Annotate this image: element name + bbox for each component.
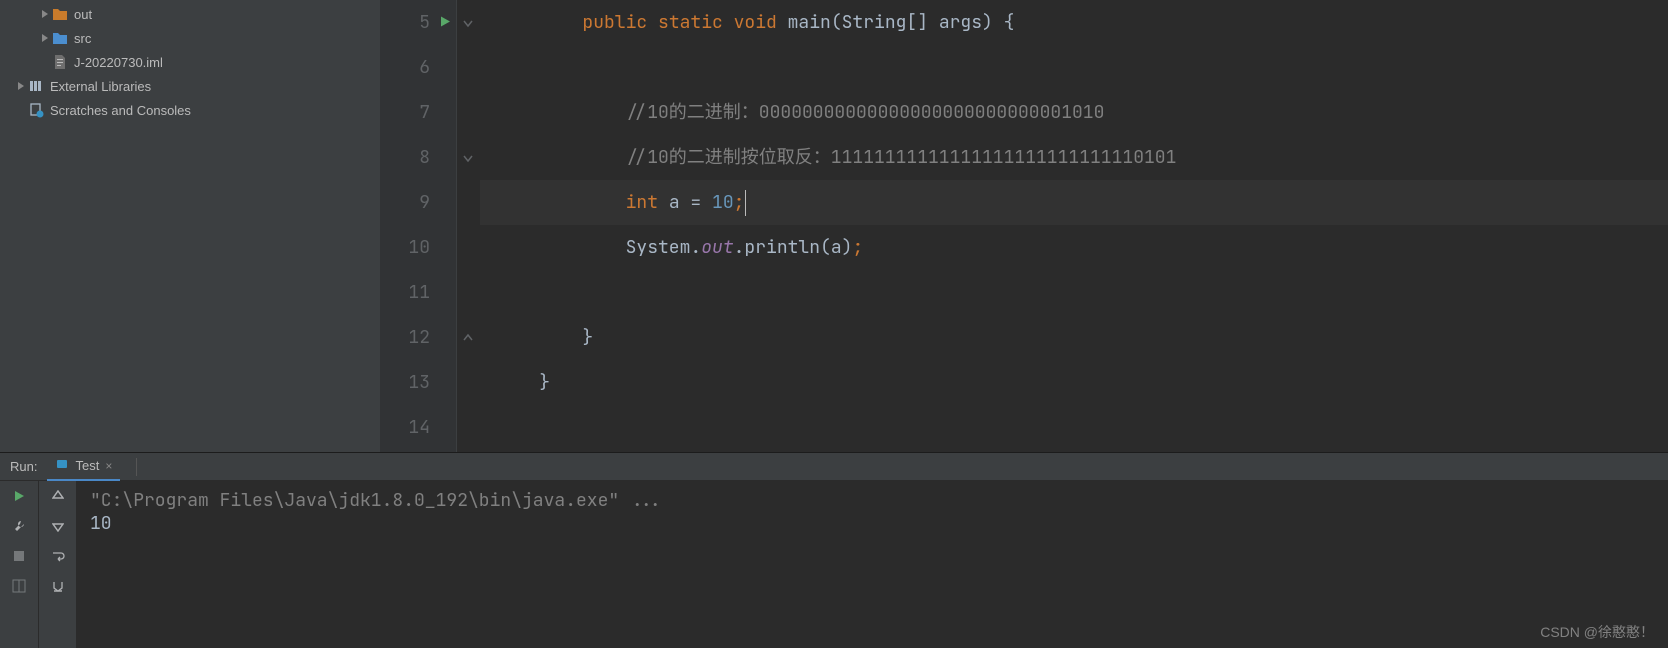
- code-line[interactable]: }: [480, 315, 1668, 360]
- text-caret: [745, 190, 746, 216]
- run-tab-label: Test: [75, 458, 99, 473]
- gutter-line-number[interactable]: 8: [380, 135, 456, 180]
- tree-label: out: [74, 7, 92, 22]
- editor-gutter[interactable]: 567891011121314: [380, 0, 456, 452]
- gutter-line-number[interactable]: 11: [380, 270, 456, 315]
- tree-item-out[interactable]: out: [0, 2, 380, 26]
- up-arrow-icon[interactable]: [47, 485, 69, 507]
- tree-item-src[interactable]: src: [0, 26, 380, 50]
- run-tab[interactable]: Test ×: [47, 453, 120, 481]
- code-line[interactable]: [480, 45, 1668, 90]
- code-line[interactable]: }: [480, 360, 1668, 405]
- tree-label: src: [74, 31, 91, 46]
- fold-toggle-icon[interactable]: [461, 151, 475, 165]
- tree-item-scratches[interactable]: Scratches and Consoles: [0, 98, 380, 122]
- run-config-icon: [55, 457, 69, 474]
- code-line[interactable]: System.out.println(a);: [480, 225, 1668, 270]
- run-gutter-icon[interactable]: [438, 0, 452, 45]
- stop-button[interactable]: [8, 545, 30, 567]
- code-line[interactable]: [480, 405, 1668, 450]
- tree-label: J-20220730.iml: [74, 55, 163, 70]
- code-line[interactable]: //10的二进制：0000000000000000000000000000101…: [480, 90, 1668, 135]
- gutter-line-number[interactable]: 7: [380, 90, 456, 135]
- gutter-line-number[interactable]: 10: [380, 225, 456, 270]
- console-output[interactable]: "C:\Program Files\Java\jdk1.8.0_192\bin\…: [76, 481, 1668, 648]
- tree-label: Scratches and Consoles: [50, 103, 191, 118]
- fold-toggle-icon[interactable]: [461, 16, 475, 30]
- tree-label: External Libraries: [50, 79, 151, 94]
- gutter-line-number[interactable]: 12: [380, 315, 456, 360]
- fold-column[interactable]: [456, 0, 480, 452]
- run-panel-header: Run: Test ×: [0, 453, 1668, 481]
- code-line[interactable]: public static void main(String[] args) {: [480, 0, 1668, 45]
- console-command-line: "C:\Program Files\Java\jdk1.8.0_192\bin\…: [90, 489, 1654, 512]
- chevron-right-icon[interactable]: [38, 31, 52, 45]
- fold-toggle-icon[interactable]: [461, 331, 475, 345]
- tree-item-iml[interactable]: J-20220730.iml: [0, 50, 380, 74]
- chevron-right-icon[interactable]: [38, 7, 52, 21]
- code-area[interactable]: public static void main(String[] args) {…: [480, 0, 1668, 452]
- console-output-line: 10: [90, 512, 1654, 535]
- gutter-line-number[interactable]: 14: [380, 405, 456, 450]
- code-line[interactable]: //10的二进制按位取反：111111111111111111111111111…: [480, 135, 1668, 180]
- separator: [136, 458, 137, 476]
- gutter-line-number[interactable]: 5: [380, 0, 456, 45]
- run-toolbar-primary: [0, 481, 38, 648]
- soft-wrap-icon[interactable]: [47, 545, 69, 567]
- gutter-line-number[interactable]: 9: [380, 180, 456, 225]
- scratches-icon: [28, 102, 44, 118]
- down-arrow-icon[interactable]: [47, 515, 69, 537]
- run-label: Run:: [10, 459, 37, 474]
- code-line[interactable]: [480, 270, 1668, 315]
- project-tree[interactable]: out src J-20220730.iml External Librarie…: [0, 0, 380, 452]
- gutter-line-number[interactable]: 13: [380, 360, 456, 405]
- folder-icon: [52, 30, 68, 46]
- file-icon: [52, 54, 68, 70]
- chevron-right-icon[interactable]: [14, 79, 28, 93]
- scroll-to-end-icon[interactable]: [47, 575, 69, 597]
- code-editor[interactable]: 567891011121314 public static void main(…: [380, 0, 1668, 452]
- rerun-button[interactable]: [8, 485, 30, 507]
- library-icon: [28, 78, 44, 94]
- run-panel[interactable]: Run: Test × "C:\Program Files\Java\jdk1.…: [0, 452, 1668, 648]
- folder-icon: [52, 6, 68, 22]
- code-line[interactable]: int a = 10;: [480, 180, 1668, 225]
- run-toolbar-secondary: [38, 481, 76, 648]
- gutter-line-number[interactable]: 6: [380, 45, 456, 90]
- close-icon[interactable]: ×: [105, 459, 112, 473]
- tree-item-external-libraries[interactable]: External Libraries: [0, 74, 380, 98]
- layout-icon[interactable]: [8, 575, 30, 597]
- wrench-icon[interactable]: [8, 515, 30, 537]
